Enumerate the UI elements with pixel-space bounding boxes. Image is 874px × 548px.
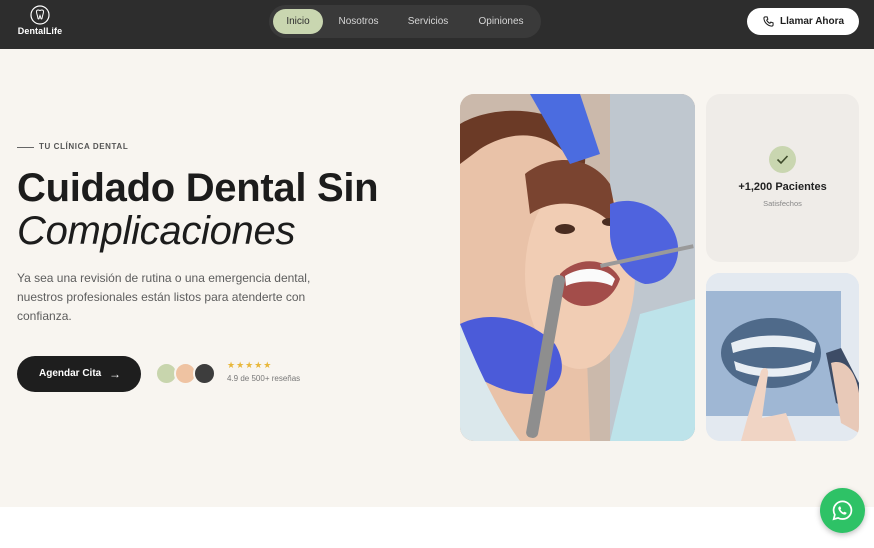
arrow-right-icon: → (109, 367, 121, 381)
phone-icon (763, 16, 774, 27)
brand-name: DentalLife (17, 26, 63, 36)
hero-description: Ya sea una revisión de rutina o una emer… (17, 271, 311, 323)
hero-title-line2: Complicaciones (17, 209, 296, 253)
patients-count: +1,200 Pacientes (738, 181, 827, 193)
patients-stat-card: +1,200 Pacientes Satisfechos (706, 94, 859, 262)
avatar (193, 362, 216, 385)
book-appointment-label: Agendar Cita (39, 368, 102, 379)
dental-patient-illustration (460, 94, 695, 441)
nav-item-nosotros[interactable]: Nosotros (331, 9, 386, 34)
hero-eyebrow: TU CLÍNICA DENTAL (17, 142, 128, 152)
call-now-button[interactable]: Llamar Ahora (747, 8, 859, 35)
rating-stars: ★★★★★ (227, 360, 273, 370)
nav-item-inicio[interactable]: Inicio (273, 9, 323, 34)
rating-text: 4.9 de 500+ reseñas (227, 374, 301, 383)
call-now-label: Llamar Ahora (780, 16, 845, 27)
whatsapp-icon (832, 500, 853, 521)
top-nav: DentalLife Inicio Nosotros Servicios Opi… (0, 0, 874, 49)
check-icon (769, 146, 796, 173)
brand-logo[interactable]: DentalLife (16, 5, 64, 41)
hero-title-line1: Cuidado Dental Sin (17, 166, 379, 210)
dental-patient-photo (460, 94, 695, 441)
hero-section: TU CLÍNICA DENTAL Cuidado Dental Sin Com… (0, 49, 874, 507)
page: DentalLife Inicio Nosotros Servicios Opi… (0, 0, 874, 548)
nav-item-servicios[interactable]: Servicios (399, 9, 457, 34)
dental-xray-illustration (706, 273, 859, 441)
whatsapp-button[interactable] (820, 488, 865, 533)
main-menu: Inicio Nosotros Servicios Opiniones (269, 5, 541, 38)
nav-item-opiniones[interactable]: Opiniones (471, 9, 531, 34)
dental-xray-photo (706, 273, 859, 441)
patients-label: Satisfechos (763, 199, 802, 208)
book-appointment-button[interactable]: Agendar Cita → (17, 356, 141, 392)
tooth-icon (30, 5, 50, 25)
